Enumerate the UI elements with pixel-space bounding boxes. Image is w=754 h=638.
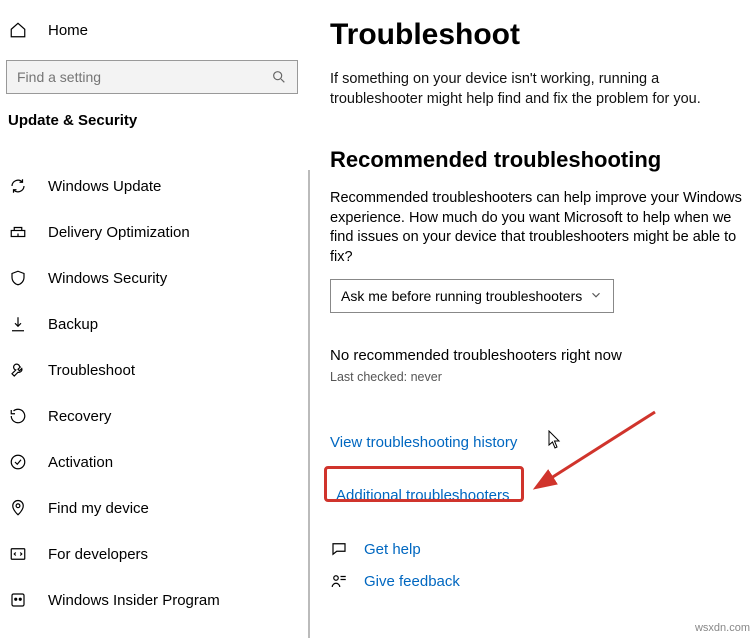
search-icon <box>271 69 287 85</box>
last-checked: Last checked: never <box>330 370 750 384</box>
sidebar-item-activation[interactable]: Activation <box>0 439 308 485</box>
sidebar: Home Update & Security Windows Update De… <box>0 0 308 638</box>
main-content: Troubleshoot If something on your device… <box>308 0 754 638</box>
sidebar-item-label: Delivery Optimization <box>48 224 190 241</box>
code-icon <box>8 544 28 564</box>
troubleshoot-preference-dropdown[interactable]: Ask me before running troubleshooters <box>330 279 614 313</box>
backup-icon <box>8 314 28 334</box>
refresh-icon <box>8 176 28 196</box>
watermark: wsxdn.com <box>695 622 750 634</box>
sidebar-item-delivery-optimization[interactable]: Delivery Optimization <box>0 209 308 255</box>
nav-list: Windows Update Delivery Optimization Win… <box>0 163 308 623</box>
check-circle-icon <box>8 452 28 472</box>
sidebar-item-label: For developers <box>48 546 148 563</box>
sidebar-item-label: Backup <box>48 316 98 333</box>
dropdown-value: Ask me before running troubleshooters <box>341 288 582 304</box>
sidebar-item-label: Windows Insider Program <box>48 592 220 609</box>
sidebar-item-label: Windows Update <box>48 178 161 195</box>
vertical-divider <box>308 170 310 638</box>
view-history-link[interactable]: View troubleshooting history <box>330 434 517 451</box>
category-heading: Update & Security <box>0 112 308 137</box>
delivery-icon <box>8 222 28 242</box>
get-help-link[interactable]: Get help <box>364 541 421 558</box>
get-help-row[interactable]: Get help <box>330 540 750 558</box>
shield-icon <box>8 268 28 288</box>
sidebar-item-windows-insider[interactable]: Windows Insider Program <box>0 577 308 623</box>
recommended-status: No recommended troubleshooters right now <box>330 347 750 364</box>
sidebar-item-for-developers[interactable]: For developers <box>0 531 308 577</box>
sidebar-item-windows-security[interactable]: Windows Security <box>0 255 308 301</box>
wrench-icon <box>8 360 28 380</box>
additional-troubleshooters-link[interactable]: Additional troubleshooters <box>336 487 509 504</box>
home-button[interactable]: Home <box>0 14 308 46</box>
recommended-description: Recommended troubleshooters can help imp… <box>330 189 750 267</box>
sidebar-item-label: Activation <box>48 454 113 471</box>
home-icon <box>8 20 28 40</box>
chat-icon <box>330 540 348 558</box>
sidebar-item-recovery[interactable]: Recovery <box>0 393 308 439</box>
give-feedback-link[interactable]: Give feedback <box>364 573 460 590</box>
page-title: Troubleshoot <box>330 18 750 52</box>
search-input[interactable] <box>17 69 271 85</box>
give-feedback-row[interactable]: Give feedback <box>330 572 750 590</box>
sidebar-item-troubleshoot[interactable]: Troubleshoot <box>0 347 308 393</box>
recommended-heading: Recommended troubleshooting <box>330 147 750 173</box>
recovery-icon <box>8 406 28 426</box>
location-icon <box>8 498 28 518</box>
sidebar-item-label: Troubleshoot <box>48 362 135 379</box>
sidebar-item-find-my-device[interactable]: Find my device <box>0 485 308 531</box>
feedback-icon <box>330 572 348 590</box>
search-box[interactable] <box>6 60 298 94</box>
home-label: Home <box>48 22 88 39</box>
sidebar-item-windows-update[interactable]: Windows Update <box>0 163 308 209</box>
sidebar-item-label: Recovery <box>48 408 111 425</box>
chevron-down-icon <box>589 288 603 305</box>
insider-icon <box>8 590 28 610</box>
sidebar-item-label: Find my device <box>48 500 149 517</box>
page-description: If something on your device isn't workin… <box>330 70 750 109</box>
sidebar-item-label: Windows Security <box>48 270 167 287</box>
sidebar-item-backup[interactable]: Backup <box>0 301 308 347</box>
